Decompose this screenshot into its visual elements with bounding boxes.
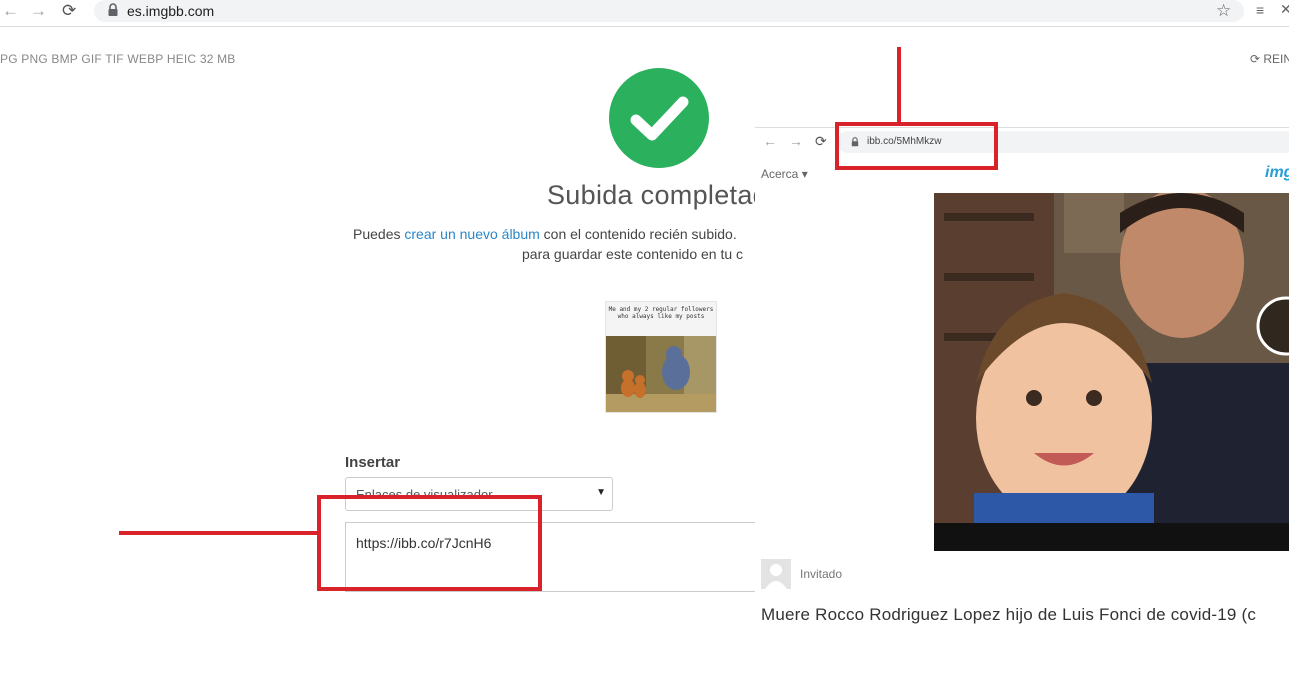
success-badge [609, 68, 709, 168]
annotation-vertical-line [897, 47, 901, 123]
imgbb-logo[interactable]: img [1265, 164, 1289, 182]
annotation-box-viewer-url [835, 122, 998, 170]
about-menu-label: Acerca [761, 167, 799, 181]
annotation-horizontal-line [119, 531, 317, 535]
viewer-screenshot: ← → ⟳ ibb.co/5MhMkzw Acerca ▾ img [755, 127, 1289, 687]
star-icon[interactable]: ☆ [1216, 1, 1231, 21]
close-icon[interactable]: ✕ [1280, 1, 1289, 18]
user-icon [761, 559, 791, 589]
about-menu[interactable]: Acerca ▾ [761, 167, 808, 181]
reset-label: REIN [1263, 52, 1289, 66]
reset-button[interactable]: ⟳ REIN [1250, 52, 1289, 66]
photo-illustration [934, 193, 1289, 551]
caret-down-icon: ▼ [596, 487, 606, 498]
album-hint: Puedes crear un nuevo álbum con el conte… [353, 226, 737, 242]
embed-label: Insertar [345, 454, 401, 471]
viewer-forward-icon[interactable]: → [789, 133, 803, 149]
album-hint-suffix: con el contenido recién subido. [539, 226, 737, 242]
album-hint-prefix: Puedes [353, 226, 405, 242]
uploaded-image-thumbnail[interactable]: Me and my 2 regular followers who always… [605, 301, 717, 413]
save-hint: para guardar este contenido en tu c [522, 246, 744, 262]
viewer-reload-icon[interactable]: ⟳ [815, 133, 827, 150]
thumbnail-caption: Me and my 2 regular followers who always… [606, 302, 716, 336]
forward-icon[interactable]: → [30, 2, 47, 20]
back-icon[interactable]: ← [2, 2, 19, 20]
viewer-back-icon[interactable]: ← [763, 133, 777, 149]
page-title: Subida completad [547, 180, 768, 210]
cartoon-illustration [606, 336, 716, 412]
reading-list-icon[interactable]: ≡ [1256, 2, 1264, 18]
image-title: Muere Rocco Rodriguez Lopez hijo de Luis… [761, 605, 1257, 624]
reload-icon[interactable]: ⟳ [62, 2, 76, 20]
annotation-box-embed-link [317, 495, 542, 591]
url-text[interactable]: es.imgbb.com [127, 3, 214, 19]
uploader-name[interactable]: Invitado [800, 567, 842, 581]
address-bar[interactable] [94, 0, 1244, 22]
allowed-formats: PG PNG BMP GIF TIF WEBP HEIC 32 MB [0, 52, 236, 66]
check-icon [630, 96, 689, 141]
viewer-image[interactable] [934, 193, 1289, 551]
create-album-link[interactable]: crear un nuevo álbum [404, 226, 539, 242]
lock-icon [108, 3, 118, 16]
